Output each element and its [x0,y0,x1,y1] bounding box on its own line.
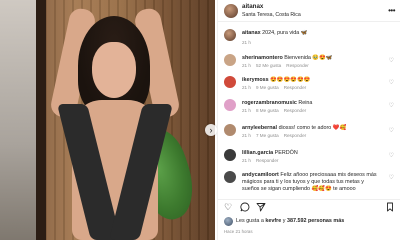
person-figure [48,6,182,240]
comment-likes[interactable]: 7 Me gusta [256,133,279,138]
comment-time: 21 h [242,108,251,113]
liker-username[interactable]: kevfre [265,218,281,224]
list-item: sherinamontero Bienvenida 🥹😍🦋 21 h 52 Me … [224,54,396,72]
comment-username[interactable]: rogerzambranomusic [242,100,297,106]
door-frame [36,0,46,240]
reply-button[interactable]: Responder [286,63,308,68]
post-actions-bar: ♡ [218,199,400,213]
comment-text: 😍😍😍😍😍😍 [270,77,311,83]
likes-summary[interactable]: Les gusta a kevfre y 387.592 personas má… [224,217,399,227]
author-avatar[interactable] [224,4,238,18]
heart-outline-icon[interactable]: ♡ [389,174,394,181]
reply-button[interactable]: Responder [284,108,306,113]
bookmark-icon[interactable] [385,202,395,214]
heart-outline-icon[interactable]: ♡ [389,102,394,109]
comment-text: PERDÓN [274,150,298,156]
reply-button[interactable]: Responder [284,85,306,90]
comment-username[interactable]: sherinamontero [242,55,283,61]
heart-outline-icon[interactable]: ♡ [224,202,232,212]
comments-list: aitanax 2024, pura vida 🦋 21 h sherinamo… [218,23,400,193]
likes-prefix: Les gusta a [236,218,264,224]
commenter-avatar[interactable] [224,99,236,111]
reply-button[interactable]: Responder [256,158,278,163]
comment-time: 21 h [242,85,251,90]
list-item: ikerymoss 😍😍😍😍😍😍 21 h 9 Me gusta Responder… [224,76,396,94]
commenter-avatar[interactable] [224,54,236,66]
reply-button[interactable]: Responder [284,133,306,138]
comment-likes[interactable]: 9 Me gusta [256,85,279,90]
comment-time: 21 h [242,63,251,68]
commenter-avatar[interactable] [224,149,236,161]
next-photo-icon[interactable]: › [205,124,217,136]
commenter-avatar[interactable] [224,76,236,88]
heart-outline-icon[interactable]: ♡ [389,79,394,86]
commenter-avatar[interactable] [224,171,236,183]
heart-outline-icon[interactable]: ♡ [389,152,394,159]
post-location[interactable]: Santa Teresa, Costa Rica [242,12,301,18]
likes-joiner: y [282,218,286,224]
window-light [0,0,40,240]
list-item: arnyleebernal diosss! como te adoro ❤️🥰 … [224,124,396,142]
author-avatar[interactable] [224,29,236,41]
list-item: rogerzambranomusic Reina 21 h 8 Me gusta R… [224,99,396,117]
comment-username[interactable]: lillian.garcia [242,150,273,156]
liker-avatar [224,217,233,226]
post-side-panel: aitanax Santa Teresa, Costa Rica ••• ait… [217,0,400,240]
commenter-avatar[interactable] [224,124,236,136]
list-item: andycamiloort Feliz añooo preciosaaa mis… [224,171,396,195]
post-header: aitanax Santa Teresa, Costa Rica ••• [218,0,400,22]
heart-outline-icon[interactable]: ♡ [389,127,394,134]
more-horizontal-icon[interactable]: ••• [388,6,395,15]
comment-text: diosss! como te adoro ❤️🥰 [278,125,347,131]
author-username[interactable]: aitanax [242,3,263,10]
comment-username[interactable]: ikerymoss [242,77,269,83]
comment-icon[interactable] [240,202,250,214]
caption-text: 2024, pura vida 🦋 [262,30,308,36]
comment-text: Reina [298,100,313,106]
caption-time: 21 h [242,40,251,45]
send-icon[interactable] [256,202,266,214]
list-item: lillian.garcia PERDÓN 21 h Responder ♡ [224,149,396,167]
face [92,42,136,98]
likes-count[interactable]: 387.592 personas más [287,218,344,224]
comment-time: 21 h [242,158,251,163]
caption-item: aitanax 2024, pura vida 🦋 21 h [224,29,396,47]
heart-outline-icon[interactable]: ♡ [389,57,394,64]
comment-likes[interactable]: 8 Me gusta [256,108,279,113]
comment-likes[interactable]: 52 Me gusta [256,63,281,68]
comment-username[interactable]: arnyleebernal [242,125,277,131]
post-date: Hace 21 horas [224,229,253,234]
comment-text: Bienvenida 🥹😍🦋 [284,55,333,61]
caption-username[interactable]: aitanax [242,30,261,36]
comment-username[interactable]: andycamiloort [242,172,279,178]
comment-time: 21 h [242,133,251,138]
post-photo[interactable] [0,0,215,240]
